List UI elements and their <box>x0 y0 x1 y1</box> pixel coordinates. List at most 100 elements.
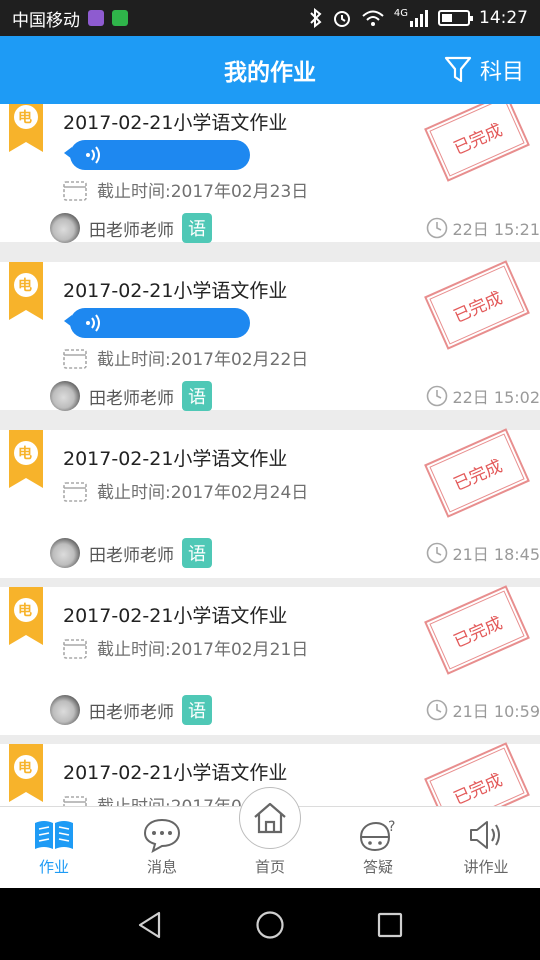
homework-title: 2017-02-21小学语文作业 <box>63 448 288 470</box>
submit-time-text: 22日 15:21 <box>452 220 540 239</box>
voice-wave-icon <box>86 314 100 332</box>
clock-icon <box>427 385 448 407</box>
tab-label: 答疑 <box>362 858 393 876</box>
deadline: 截止时间:2017年02月24日 <box>63 478 308 503</box>
deadline-text: 截止时间:2017年0 <box>97 792 242 806</box>
voice-wave-icon <box>86 146 100 164</box>
homework-badge-char: 电 <box>18 110 32 126</box>
speaker-icon <box>470 821 500 849</box>
submit-time-text: 22日 15:02 <box>452 388 540 407</box>
signal-icon <box>410 10 428 27</box>
homework-title: 2017-02-21小学语文作业 <box>63 605 288 627</box>
submit-time-text: 21日 10:59 <box>452 702 540 721</box>
back-triangle-icon[interactable] <box>135 910 165 940</box>
question-face-icon: ? <box>359 819 395 852</box>
home-circle-icon[interactable] <box>255 910 285 940</box>
gallery-notification-icon <box>88 10 104 26</box>
tab-qa[interactable]: ? 答疑 <box>324 807 432 889</box>
subject-filter-label: 科目 <box>479 60 524 85</box>
tab-label: 作业 <box>38 858 69 876</box>
avatar <box>50 213 80 243</box>
battery-icon <box>438 10 473 26</box>
page-title: 我的作业 <box>224 60 316 86</box>
homework-badge-char: 电 <box>18 446 32 462</box>
avatar <box>50 538 80 568</box>
clock-icon <box>427 542 448 564</box>
tab-home[interactable]: 首页 <box>216 807 324 889</box>
voice-message-button[interactable] <box>64 140 250 170</box>
status-bar: 中国移动 4G 14:27 <box>0 0 540 36</box>
homework-card[interactable]: 电 2017-02-21小学语文作业 截止时间:2017年02月24日 田老师老… <box>0 428 540 578</box>
deadline: 截止时间:2017年02月21日 <box>63 635 308 660</box>
submit-time-text: 21日 18:45 <box>452 545 540 564</box>
homework-title: 2017-02-21小学语文作业 <box>63 762 288 784</box>
teacher-row: 田老师老师 语 22日 15:02 <box>50 380 540 412</box>
tab-label: 消息 <box>146 858 177 876</box>
submit-time: 21日 10:59 <box>426 698 540 722</box>
completed-stamp: 已完成 <box>424 742 530 806</box>
submit-time: 22日 15:21 <box>426 216 540 240</box>
completed-stamp-text: 已完成 <box>450 769 506 806</box>
network-type: 4G <box>393 7 408 19</box>
homework-list[interactable]: 电 2017-02-21小学语文作业 截止时间:2017年02月23日 田老师老… <box>0 104 540 806</box>
deadline: 截止时间:2017年02月23日 <box>63 177 308 202</box>
subject-tag: 语 <box>182 538 212 568</box>
clock-icon <box>427 217 448 239</box>
homework-badge-char: 电 <box>18 603 32 619</box>
book-icon <box>35 821 73 849</box>
calendar-icon <box>63 180 87 201</box>
completed-stamp: 已完成 <box>424 585 530 675</box>
teacher-name: 田老师老师 <box>89 545 174 566</box>
teacher-name: 田老师老师 <box>89 388 174 409</box>
teacher-name: 田老师老师 <box>89 702 174 723</box>
tab-label: 讲作业 <box>463 858 509 876</box>
homework-title: 2017-02-21小学语文作业 <box>63 112 288 134</box>
homework-badge-char: 电 <box>18 278 32 294</box>
alarm-icon <box>333 11 350 27</box>
avatar <box>50 381 80 411</box>
bluetooth-icon <box>310 8 322 28</box>
voice-message-button[interactable] <box>64 308 250 338</box>
deadline: 截止时间:2017年02月22日 <box>63 345 308 370</box>
completed-stamp-text: 已完成 <box>450 455 506 495</box>
funnel-icon <box>444 56 472 83</box>
teacher-row: 田老师老师 语 22日 15:21 <box>50 212 540 244</box>
completed-stamp-text: 已完成 <box>450 612 506 652</box>
homework-badge-char: 电 <box>18 760 32 776</box>
completed-stamp-text: 已完成 <box>450 287 506 327</box>
tab-homework[interactable]: 作业 <box>0 807 108 889</box>
teacher-row: 田老师老师 语 21日 10:59 <box>50 694 540 726</box>
homework-title: 2017-02-21小学语文作业 <box>63 280 288 302</box>
clock-icon <box>427 699 448 721</box>
wechat-icon <box>112 10 128 26</box>
submit-time: 21日 18:45 <box>426 541 540 565</box>
completed-stamp: 已完成 <box>424 260 530 350</box>
homework-card[interactable]: 电 2017-02-21小学语文作业 截止时间:2017年02月22日 田老师老… <box>0 260 540 412</box>
completed-stamp: 已完成 <box>424 428 530 518</box>
calendar-icon <box>63 348 87 369</box>
deadline-text: 截止时间:2017年02月23日 <box>97 182 309 202</box>
teacher-row: 田老师老师 语 21日 18:45 <box>50 537 540 569</box>
subject-filter-button[interactable]: 科目 <box>444 36 524 104</box>
deadline-text: 截止时间:2017年02月24日 <box>97 483 309 503</box>
calendar-icon <box>63 638 87 659</box>
tab-messages[interactable]: 消息 <box>108 807 216 889</box>
homework-card[interactable]: 电 2017-02-21小学语文作业 截止时间:2017年02月23日 田老师老… <box>0 104 540 244</box>
recents-square-icon[interactable] <box>375 910 405 940</box>
calendar-icon <box>63 795 87 806</box>
deadline-text: 截止时间:2017年02月22日 <box>97 350 309 370</box>
deadline: 截止时间:2017年0 <box>63 792 242 806</box>
avatar <box>50 695 80 725</box>
tab-explain[interactable]: 讲作业 <box>432 807 540 889</box>
completed-stamp-text: 已完成 <box>450 119 506 159</box>
system-nav-bar <box>0 888 540 960</box>
subject-tag: 语 <box>182 213 212 243</box>
svg-text:?: ? <box>388 819 395 835</box>
calendar-icon <box>63 481 87 502</box>
teacher-name: 田老师老师 <box>89 220 174 241</box>
completed-stamp: 已完成 <box>424 104 530 182</box>
subject-tag: 语 <box>182 695 212 725</box>
homework-card[interactable]: 电 2017-02-21小学语文作业 截止时间:2017年02月21日 田老师老… <box>0 585 540 735</box>
app-header: 我的作业 科目 <box>0 36 540 104</box>
subject-tag: 语 <box>182 381 212 411</box>
